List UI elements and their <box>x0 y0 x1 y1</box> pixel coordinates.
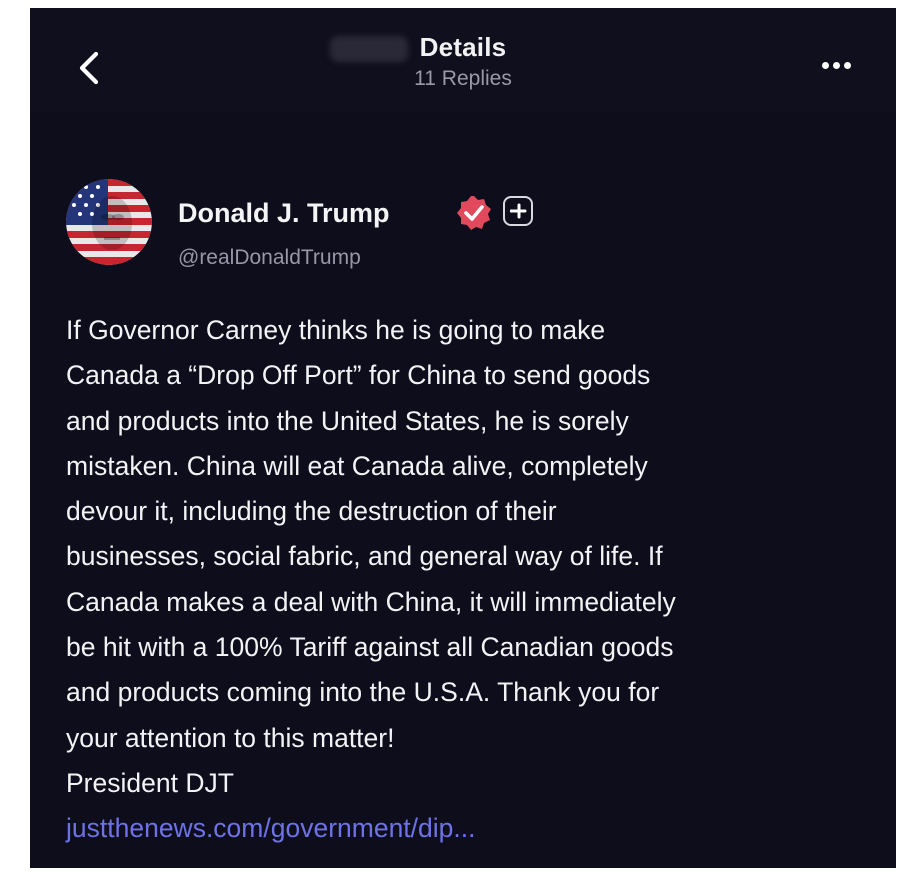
post-text-line: mistaken. China will eat Canada alive, c… <box>66 450 648 481</box>
redacted-blur <box>329 36 408 62</box>
post-link[interactable]: justthenews.com/government/dip... <box>66 806 866 851</box>
plus-icon <box>509 203 527 219</box>
post-text-line: be hit with a 100% Tariff against all Ca… <box>66 632 674 663</box>
follow-button[interactable] <box>503 196 533 226</box>
avatar[interactable] <box>66 179 152 265</box>
post-text-line: your attention to this matter! <box>66 722 395 753</box>
post-author: Donald J. Trump @realDonaldTrump <box>66 174 866 274</box>
post-details-screen: Details 11 Replies Donald J. Trump @real… <box>30 8 896 868</box>
author-handle[interactable]: @realDonaldTrump <box>178 246 361 270</box>
post-text-line: and products into the United States, he … <box>66 405 629 436</box>
post-body: If Governor Carney thinks he is going to… <box>66 308 866 852</box>
flag-portrait-avatar-image <box>66 179 152 265</box>
post-text-line: Canada makes a deal with China, it will … <box>66 586 676 617</box>
header-title-group: Details 11 Replies <box>30 32 896 91</box>
page-title: Details <box>419 32 507 62</box>
verified-badge-icon <box>457 196 491 230</box>
post-text-line: Canada a “Drop Off Port” for China to se… <box>66 360 651 391</box>
post-signature: President DJT <box>66 767 234 798</box>
post-text-line: devour it, including the destruction of … <box>66 496 557 527</box>
post-text-line: If Governor Carney thinks he is going to… <box>66 315 606 345</box>
more-dot <box>833 62 840 69</box>
author-name[interactable]: Donald J. Trump <box>178 198 390 229</box>
replies-count: 11 Replies <box>414 67 512 90</box>
post-text-line: and products coming into the U.S.A. Than… <box>66 677 660 708</box>
more-options-button[interactable] <box>822 56 862 78</box>
more-horizontal-icon <box>822 62 829 69</box>
top-navigation-bar: Details 11 Replies <box>30 8 896 112</box>
more-dot <box>844 62 851 69</box>
post-text-line: businesses, social fabric, and general w… <box>66 541 663 572</box>
